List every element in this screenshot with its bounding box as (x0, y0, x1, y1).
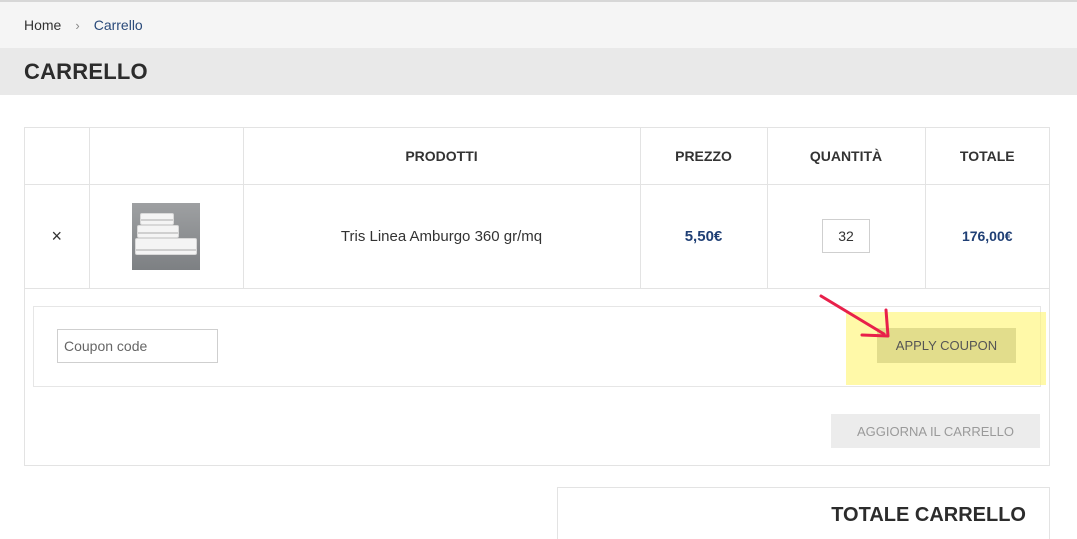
remove-item-icon[interactable]: × (51, 226, 62, 246)
remove-cell: × (25, 184, 90, 289)
chevron-right-icon: › (75, 17, 80, 33)
header-price: PREZZO (640, 128, 768, 185)
total-cell: 176,00€ (925, 184, 1049, 289)
quantity-cell (767, 184, 926, 289)
price-cell: 5,50€ (640, 184, 768, 289)
coupon-code-input[interactable] (57, 329, 218, 363)
header-remove (25, 128, 90, 185)
quantity-input[interactable] (822, 219, 870, 253)
header-thumbnail (89, 128, 244, 185)
table-row: × Tris Linea Amburgo 360 gr/mq 5,50€ 32 … (25, 184, 1049, 289)
product-price: 5,50€ (684, 227, 723, 245)
breadcrumb-current: Carrello (93, 17, 143, 33)
table-header-row: PRODOTTI PREZZO QUANTITÀ TOTALE (25, 128, 1049, 185)
header-products: PRODOTTI (243, 128, 641, 185)
red-arrow-annotation-icon (819, 294, 890, 338)
cart-totals-title: TOTALE CARRELLO (831, 504, 1026, 526)
product-name-cell: Tris Linea Amburgo 360 gr/mq (243, 184, 641, 289)
page-title: CARRELLO (24, 59, 148, 84)
product-name-link[interactable]: Tris Linea Amburgo 360 gr/mq (341, 228, 542, 245)
breadcrumb: Home › Carrello (24, 17, 143, 33)
product-thumbnail[interactable] (132, 202, 200, 270)
header-quantity: QUANTITÀ (767, 128, 926, 185)
breadcrumb-bar: Home › Carrello (0, 2, 1077, 48)
update-cart-button[interactable]: AGGIORNA IL CARRELLO (831, 414, 1040, 448)
cart-table: PRODOTTI PREZZO QUANTITÀ TOTALE × Tris L… (25, 128, 1049, 289)
thumbnail-cell (89, 184, 244, 289)
title-bar: CARRELLO (0, 48, 1077, 95)
header-total: TOTALE (925, 128, 1049, 185)
cart-totals-panel: TOTALE CARRELLO (557, 487, 1050, 539)
product-subtotal: 176,00€ (961, 227, 1013, 244)
breadcrumb-home-link[interactable]: Home (24, 17, 61, 33)
